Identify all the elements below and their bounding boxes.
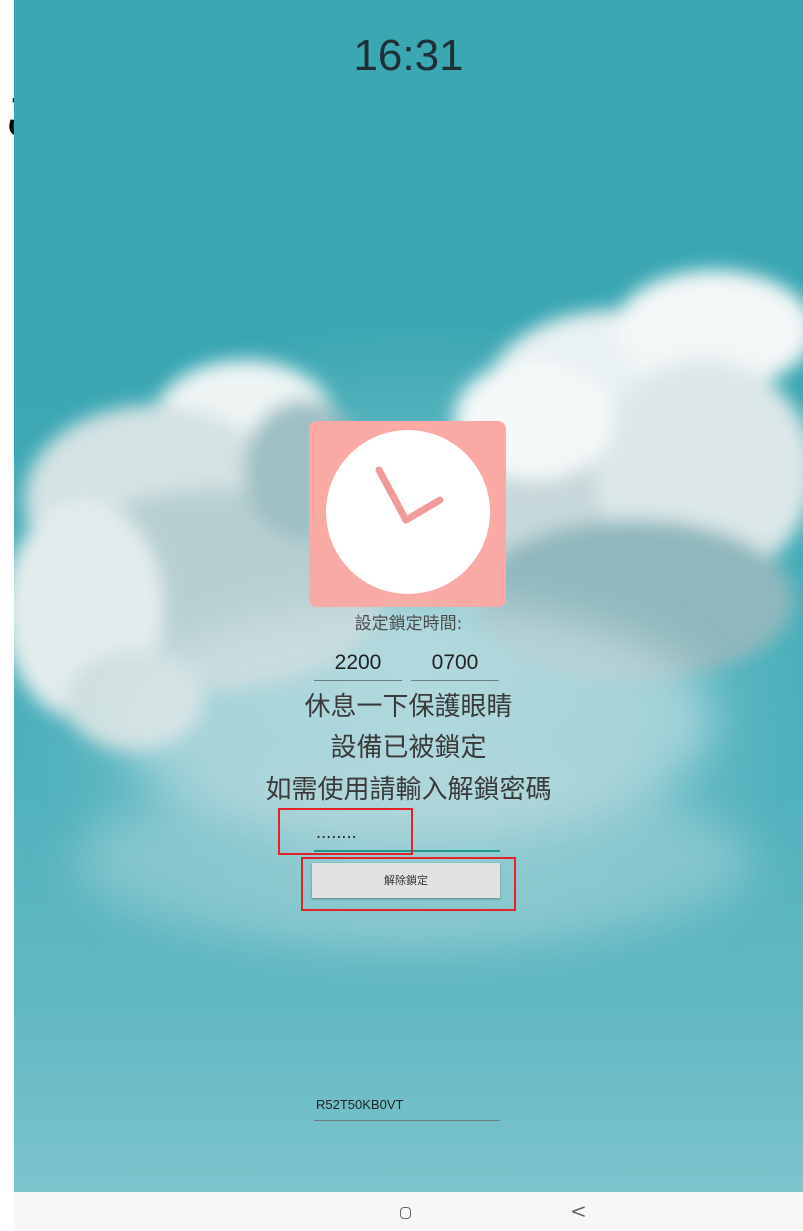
start-time-input[interactable]: 2200 [314,648,402,681]
unlock-button-highlight-box [301,857,516,911]
password-highlight-box [278,808,413,855]
home-icon[interactable] [400,1207,411,1219]
status-clock: 16:31 [353,31,464,80]
back-icon[interactable]: < [570,1200,587,1222]
lock-screen: 16:31 設定鎖定時間: 2200 0700 休息一下保護眼睛 設備已被鎖定 … [14,0,803,1192]
end-time-input[interactable]: 0700 [411,648,499,681]
device-locked-message: 設備已被鎖定 [330,733,487,763]
navigation-bar: < [14,1192,803,1231]
rest-eyes-message: 休息一下保護眼睛 [304,692,513,722]
enter-password-message: 如需使用請輸入解鎖密碼 [265,775,552,805]
lock-time-label: 設定鎖定時間: [354,614,463,634]
device-id-field: R52T50KB0VT [314,1093,500,1121]
clock-face [326,430,490,594]
clock-icon [309,421,506,607]
